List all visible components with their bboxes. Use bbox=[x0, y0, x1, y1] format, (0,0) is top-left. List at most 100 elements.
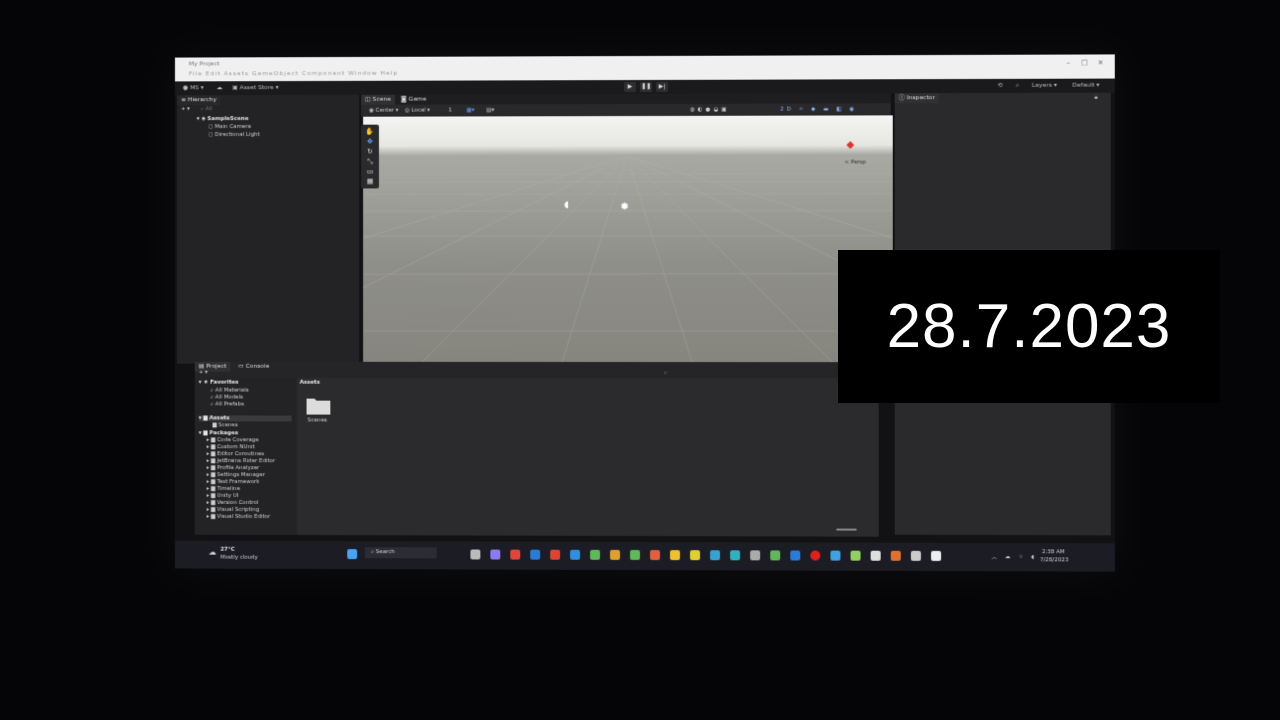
package-item[interactable]: ▸ ▆ Unity UI bbox=[207, 493, 239, 499]
app-icon[interactable] bbox=[790, 550, 801, 561]
weather-icon[interactable]: ☁ bbox=[209, 548, 217, 557]
scene-root-item[interactable]: ▾ ◈ SampleScene bbox=[197, 116, 249, 122]
chrome-icon[interactable] bbox=[550, 549, 561, 560]
overlay-tools-icon[interactable]: ◍◐●◒▣ bbox=[690, 107, 729, 113]
asset-store-button[interactable]: ▣ Asset Store ▾ bbox=[232, 83, 278, 93]
packages-folder-item[interactable]: ▾ ▆ Packages bbox=[199, 430, 239, 436]
start-icon[interactable] bbox=[347, 549, 358, 560]
package-item[interactable]: ▸ ▆ Custom NUnit bbox=[207, 444, 255, 450]
hierarchy-item-main-camera[interactable]: ◻ Main Camera bbox=[209, 124, 251, 130]
package-item[interactable]: ▸ ▆ Code Coverage bbox=[207, 437, 259, 443]
chrome-icon[interactable] bbox=[590, 549, 601, 560]
project-panel: ▤ Project ▭ Console + ▾ ⌕ ▾ ★ Favorites … bbox=[194, 361, 879, 537]
play-button[interactable]: ▶ bbox=[624, 82, 637, 93]
chrome-icon[interactable] bbox=[770, 550, 781, 561]
favorite-all-materials[interactable]: ⌕ All Materials bbox=[211, 388, 249, 395]
history-icon[interactable]: ⟲ bbox=[998, 81, 1003, 91]
favorite-all-models[interactable]: ⌕ All Models bbox=[211, 395, 243, 402]
window-titlebar: My Project File Edit Assets GameObject C… bbox=[174, 54, 1115, 82]
app-icon[interactable] bbox=[830, 550, 841, 561]
package-item[interactable]: ▸ ▆ JetBrains Rider Editor bbox=[207, 458, 275, 464]
app-icon[interactable] bbox=[850, 550, 861, 561]
rect-tool-icon[interactable]: ▭ bbox=[365, 168, 375, 176]
search-icon[interactable]: ⌕ bbox=[1016, 81, 1019, 91]
package-item[interactable]: ▸ ▆ Settings Manager bbox=[207, 472, 265, 478]
app-icon[interactable] bbox=[649, 550, 661, 561]
chat-icon[interactable] bbox=[490, 549, 501, 560]
app-icon[interactable] bbox=[870, 550, 881, 561]
hand-tool-icon[interactable]: ✋ bbox=[365, 128, 375, 136]
hierarchy-search-input[interactable]: ⌕ All bbox=[201, 106, 213, 113]
app-icon[interactable] bbox=[750, 550, 761, 561]
system-tray-icons[interactable]: ︿ ☁ ⌔ ◖ bbox=[992, 552, 1038, 560]
tab-console[interactable]: ▭ Console bbox=[234, 362, 273, 372]
grid-icon[interactable]: ▦▾ bbox=[466, 107, 474, 113]
favorites-item[interactable]: ▾ ★ Favorites bbox=[199, 380, 239, 386]
record-icon[interactable] bbox=[810, 550, 821, 561]
clock-time[interactable]: 2:38 AM bbox=[1042, 549, 1065, 555]
hierarchy-item-directional-light[interactable]: ◻ Directional Light bbox=[209, 132, 260, 138]
snap-icon[interactable]: ▤▾ bbox=[486, 107, 494, 113]
pause-button[interactable]: ❚❚ bbox=[640, 81, 652, 93]
icon-size-slider[interactable] bbox=[836, 528, 857, 531]
cloud-icon[interactable]: ☁ bbox=[216, 83, 222, 93]
clock-date[interactable]: 7/28/2023 bbox=[1040, 557, 1069, 563]
favorite-all-prefabs[interactable]: ⌕ All Prefabs bbox=[211, 401, 244, 408]
pivot-dropdown[interactable]: ◉ Center ▾ bbox=[369, 108, 398, 114]
layout-dropdown[interactable]: Default ▾ bbox=[1072, 81, 1099, 91]
maximize-icon[interactable]: □ bbox=[1080, 59, 1088, 67]
folder-tile-scenes[interactable] bbox=[306, 396, 332, 416]
package-item[interactable]: ▸ ▆ Test Framework bbox=[207, 479, 260, 485]
project-search-input[interactable]: ⌕ bbox=[664, 370, 667, 377]
vscode-icon[interactable] bbox=[570, 549, 581, 560]
chrome-icon[interactable] bbox=[610, 549, 621, 560]
rotate-tool-icon[interactable]: ↻ bbox=[365, 148, 375, 156]
tab-inspector[interactable]: ⓘ Inspector bbox=[894, 93, 940, 104]
chrome-icon[interactable] bbox=[630, 549, 641, 560]
file-explorer-icon[interactable] bbox=[670, 550, 681, 561]
menu-bar[interactable]: File Edit Assets GameObject Component Wi… bbox=[189, 70, 398, 78]
tab-hierarchy[interactable]: ≡ Hierarchy bbox=[176, 95, 221, 106]
tab-game[interactable]: ◙ Game bbox=[397, 95, 430, 105]
package-item[interactable]: ▸ ▆ Profile Analyzer bbox=[207, 465, 260, 471]
taskbar-search-box[interactable]: ⌕ Search bbox=[365, 547, 437, 559]
assets-folder-item[interactable]: ▾ ▆ Assets bbox=[198, 415, 292, 422]
unity-hub-icon[interactable] bbox=[931, 550, 942, 561]
layers-dropdown[interactable]: Layers ▾ bbox=[1032, 81, 1057, 91]
transform-tool-icon[interactable]: ▦ bbox=[365, 177, 375, 185]
app-icon[interactable] bbox=[690, 550, 701, 561]
perspective-label[interactable]: < Persp bbox=[844, 160, 866, 166]
grid-snap-value[interactable]: 1 bbox=[449, 108, 452, 114]
close-icon[interactable]: × bbox=[1097, 58, 1105, 66]
task-view-icon[interactable] bbox=[470, 549, 481, 560]
add-object-button[interactable]: + ▾ bbox=[181, 106, 190, 112]
app-icon[interactable] bbox=[510, 549, 521, 560]
lock-icon[interactable]: 🔒︎ bbox=[1095, 95, 1098, 102]
light-gizmo-icon[interactable]: ✹ bbox=[620, 200, 629, 213]
package-item[interactable]: ▸ ▆ Visual Scripting bbox=[207, 507, 260, 513]
scene-viewport[interactable]: ◖ ✹ ◆ < Persp bbox=[363, 115, 893, 363]
scale-tool-icon[interactable]: ⤡ bbox=[365, 158, 375, 166]
create-asset-button[interactable]: + ▾ bbox=[199, 370, 208, 376]
unity-icon[interactable] bbox=[910, 550, 921, 561]
minimize-icon[interactable]: – bbox=[1064, 59, 1072, 67]
layout-label: Default bbox=[1072, 81, 1095, 89]
orientation-gizmo-icon[interactable]: ◆ bbox=[847, 140, 855, 151]
edge-icon[interactable] bbox=[530, 549, 541, 560]
package-item[interactable]: ▸ ▆ Editor Coroutines bbox=[207, 451, 265, 457]
scenes-folder-item[interactable]: ▆ Scenes bbox=[213, 422, 238, 428]
app-icon[interactable] bbox=[890, 550, 901, 561]
app-icon[interactable] bbox=[710, 550, 721, 561]
package-item[interactable]: ▸ ▆ Version Control bbox=[207, 500, 259, 506]
step-button[interactable]: ▶| bbox=[655, 81, 669, 92]
tab-scene[interactable]: ◫ Scene bbox=[361, 94, 395, 105]
gizmo-tools-icon[interactable]: 2D ✧ ◆ ▬ ◧ ◉ bbox=[780, 106, 857, 112]
assets-breadcrumb[interactable]: Assets bbox=[300, 380, 320, 386]
package-item[interactable]: ▸ ▆ Visual Studio Editor bbox=[207, 514, 271, 520]
app-icon[interactable] bbox=[730, 550, 741, 561]
move-tool-icon[interactable]: ✥ bbox=[365, 138, 375, 146]
account-dropdown[interactable]: ● MS ▾ bbox=[183, 83, 204, 93]
space-dropdown[interactable]: ◎ Local ▾ bbox=[405, 108, 430, 114]
package-item[interactable]: ▸ ▆ Timeline bbox=[207, 486, 241, 492]
camera-gizmo-icon[interactable]: ◖ bbox=[564, 200, 569, 210]
